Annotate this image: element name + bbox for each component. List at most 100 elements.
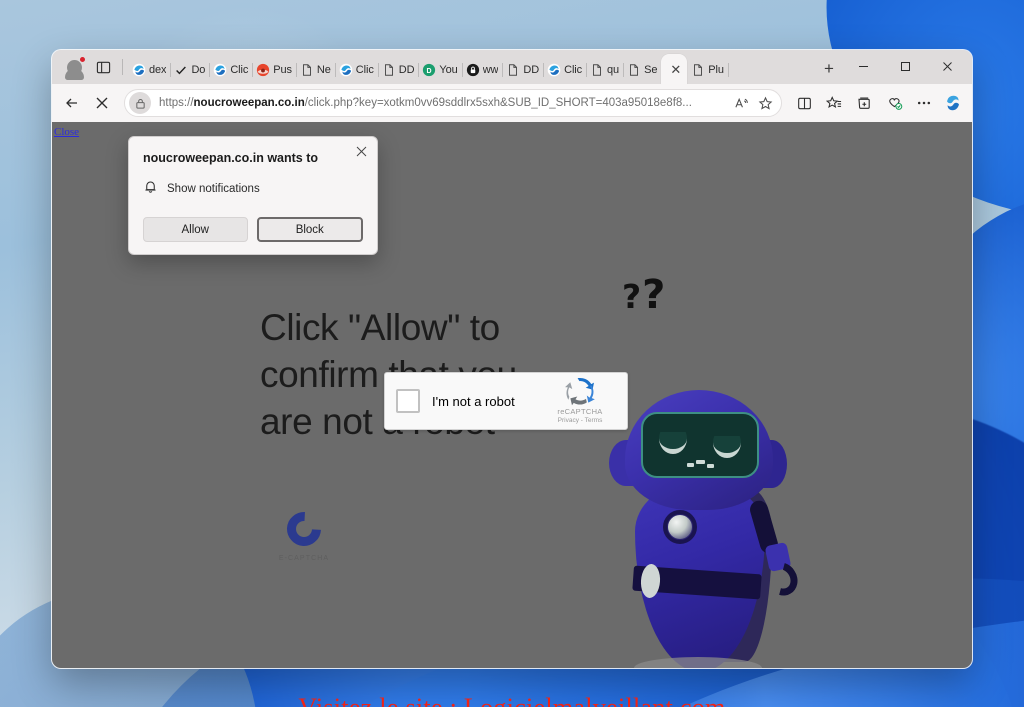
tab-item[interactable]: DD [502,56,544,84]
red-circle-icon [256,63,270,77]
permission-request-row: Show notifications [143,179,363,199]
edge-icon [132,63,146,77]
tab-actions-menu-icon[interactable] [91,55,115,79]
address-bar[interactable]: https://noucroweepan.co.in/click.php?key… [124,89,782,117]
tab-title: Clic [355,63,374,76]
tab-active[interactable]: ✕ [661,54,688,84]
bell-notification-icon [143,179,158,199]
robot-chest-button [663,510,697,544]
recaptcha-label: I'm not a robot [432,393,515,409]
url-text[interactable]: https://noucroweepan.co.in/click.php?key… [159,97,729,109]
page-icon [590,63,604,77]
e-captcha-c-icon [279,504,329,554]
page-icon [382,63,396,77]
tab-item[interactable]: dex [128,56,172,84]
browser-essentials-shield-icon[interactable] [880,89,908,117]
recaptcha-branding: reCAPTCHA Privacy - Terms [544,378,616,424]
permission-label: Show notifications [167,183,260,195]
tab-item[interactable]: ww [462,56,504,84]
notification-permission-dialog: noucroweepan.co.in wants to Show notific… [128,136,378,255]
robot-arm-right [747,498,804,610]
tab-item[interactable]: DD [378,56,420,84]
robot-eye-right [713,436,741,458]
close-page-link[interactable]: Close [54,126,79,138]
close-tab-icon[interactable]: ✕ [668,63,683,76]
e-captcha-label: E-CAPTCHA [278,555,330,562]
page-icon [627,63,641,77]
green-circle-icon: D [422,63,436,77]
tab-title: Clic [564,63,583,76]
copilot-icon[interactable] [940,90,966,116]
split-screen-icon[interactable] [790,89,818,117]
add-to-collections-icon[interactable] [850,89,878,117]
permission-dialog-title: noucroweepan.co.in wants to [143,151,319,165]
tab-title: Plu [708,63,724,76]
robot-mouth [687,460,715,468]
page-icon [506,63,520,77]
settings-and-more-icon[interactable] [910,89,938,117]
tab-title: Ne [316,63,331,76]
add-favorite-star-icon[interactable] [753,91,777,115]
edge-icon [213,63,227,77]
recaptcha-brand-name: reCAPTCHA [557,407,603,416]
robot-face-screen [641,412,759,478]
recaptcha-legal-links[interactable]: Privacy - Terms [558,417,603,424]
tab-item[interactable]: Clic [209,56,254,84]
edge-icon [339,63,353,77]
svg-text:D: D [427,68,432,75]
tab-title: Pus [273,63,292,76]
page-icon [691,63,705,77]
dark-lock-icon [466,63,480,77]
tab-title: DD [523,63,540,76]
tab-item[interactable]: Clic [543,56,587,84]
tab-item[interactable]: Pus [252,56,297,84]
tab-item[interactable]: Ne [296,56,336,84]
new-tab-button[interactable]: + [816,56,842,82]
navigation-toolbar: https://noucroweepan.co.in/click.php?key… [52,84,972,122]
question-marks-icon: ?? [622,272,667,318]
video-watermark-text: Visitez le site : Logicielmalveillant.co… [0,693,1024,707]
stop-loading-icon[interactable] [88,89,116,117]
page-viewport: Close Click "Allow" to confirm that you … [52,122,972,668]
permission-dialog-actions: Allow Block [143,217,363,242]
tab-item[interactable]: qu [586,56,625,84]
tab-item[interactable]: D You [418,56,463,84]
edge-icon [547,63,561,77]
tab-strip-left-controls [56,50,128,84]
page-icon [300,63,314,77]
tab-list: dex Do Clic Pus Ne Clic DD D You ww DD Clic qu Se ✕ Plu [128,50,814,84]
allow-button[interactable]: Allow [143,217,248,242]
site-information-lock-icon[interactable] [129,92,151,114]
block-button[interactable]: Block [256,217,363,242]
minimize-button[interactable] [842,50,884,82]
tab-title: Do [191,63,206,76]
read-aloud-icon[interactable] [729,91,753,115]
close-icon[interactable] [356,146,367,159]
tab-strip: dex Do Clic Pus Ne Clic DD D You ww DD Clic qu Se ✕ Plu… [52,50,972,84]
favorites-collections-icon[interactable] [820,89,848,117]
tab-item[interactable]: Clic [335,56,379,84]
close-window-button[interactable] [926,50,968,82]
profile-avatar-icon[interactable] [62,55,86,80]
tab-title: Se [644,63,658,76]
tab-item[interactable]: Plu [687,56,729,84]
edge-browser-window: dex Do Clic Pus Ne Clic DD D You ww DD Clic qu Se ✕ Plu… [52,50,972,668]
confused-robot-illustration: ?? [577,272,807,668]
e-captcha-logo: E-CAPTCHA [259,504,349,562]
tab-title: dex [149,63,167,76]
window-controls [842,50,968,84]
tab-item[interactable]: Do [170,56,211,84]
maximize-button[interactable] [884,50,926,82]
tab-strip-divider [122,59,123,75]
tab-item[interactable]: Se [623,56,663,84]
tab-title: ww [482,63,499,76]
recaptcha-logo-icon [565,378,595,406]
robot-eye-left [659,432,687,454]
windows-desktop: dex Do Clic Pus Ne Clic DD D You ww DD Clic qu Se ✕ Plu… [0,0,1024,707]
tab-title: Clic [230,63,249,76]
back-arrow-icon[interactable] [58,89,86,117]
check-icon [174,63,188,77]
recaptcha-widget[interactable]: I'm not a robot reCAPTCHA Privacy - Term… [384,372,628,430]
tab-title: DD [398,63,415,76]
im-not-a-robot-checkbox[interactable] [396,389,420,413]
